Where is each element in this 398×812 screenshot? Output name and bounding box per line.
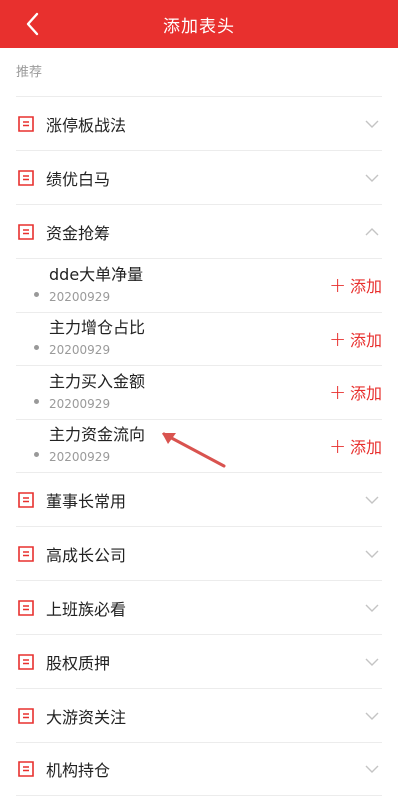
plus-icon: + (329, 433, 346, 458)
page-title: 添加表头 (163, 16, 235, 37)
chevron-down-icon (364, 492, 380, 508)
sub-item-date: 20200929 (49, 289, 111, 304)
chevron-down-icon (364, 654, 380, 670)
category-row-zhangting[interactable]: 涨停板战法 (16, 96, 382, 150)
list-doc-icon (16, 168, 36, 188)
add-button[interactable]: + 添加 (329, 434, 382, 458)
category-label: 机构持仓 (46, 761, 111, 780)
chevron-up-icon (364, 224, 380, 240)
add-label: 添加 (349, 384, 382, 404)
app-header: 添加表头 (0, 0, 398, 48)
chevron-down-icon (364, 708, 380, 724)
list-doc-icon (16, 222, 36, 242)
category-row-gaochengzhang[interactable]: 高成长公司 (16, 526, 382, 580)
add-label: 添加 (349, 277, 382, 297)
bullet-dot (34, 398, 39, 404)
sub-item-name: 主力资金流向 (49, 425, 146, 445)
category-label: 股权质押 (46, 653, 111, 673)
sub-item-row: dde大单净量 20200929 + 添加 (16, 258, 382, 312)
plus-icon: + (329, 380, 346, 405)
sub-item-date: 20200929 (49, 343, 111, 358)
add-button[interactable]: + 添加 (329, 380, 382, 404)
category-row-dayouzi[interactable]: 大游资关注 (16, 688, 382, 742)
category-label: 涨停板战法 (46, 115, 127, 135)
plus-icon: + (329, 273, 346, 298)
category-label: 绩优白马 (46, 169, 111, 189)
chevron-down-icon (364, 600, 380, 616)
category-label: 高成长公司 (46, 545, 127, 565)
list-doc-icon (16, 114, 36, 134)
chevron-down-icon (364, 116, 380, 132)
chevron-down-icon (364, 546, 380, 562)
category-row-jigou[interactable]: 机构持仓 (16, 742, 382, 796)
sub-item-date: 20200929 (49, 396, 111, 411)
list-doc-icon (16, 490, 36, 510)
bullet-dot (34, 345, 39, 351)
plus-icon: + (329, 326, 346, 351)
list-doc-icon (16, 706, 36, 726)
category-label: 大游资关注 (46, 707, 127, 727)
list-doc-icon (16, 544, 36, 564)
category-row-shangbanzu[interactable]: 上班族必看 (16, 580, 382, 634)
add-button[interactable]: + 添加 (329, 273, 382, 297)
category-label: 董事长常用 (46, 491, 127, 511)
category-row-dongshizhang[interactable]: 董事长常用 (16, 472, 382, 526)
add-label: 添加 (349, 437, 382, 457)
bullet-dot (34, 291, 39, 297)
sub-item-name: 主力买入金额 (49, 371, 146, 391)
category-row-zijin[interactable]: 资金抢筹 (16, 204, 382, 258)
back-button[interactable] (14, 6, 50, 42)
sub-item-row: 主力增仓占比 20200929 + 添加 (16, 311, 382, 366)
list-doc-icon (16, 652, 36, 672)
sub-item-name: dde大单净量 (49, 264, 144, 284)
chevron-left-icon (26, 12, 39, 36)
category-label: 上班族必看 (46, 599, 127, 619)
add-button[interactable]: + 添加 (329, 327, 382, 351)
bullet-dot (34, 452, 39, 458)
list-doc-icon (16, 759, 36, 779)
chevron-down-icon (364, 761, 380, 777)
sub-item-date: 20200929 (49, 450, 111, 465)
category-list: 涨停板战法 绩优白马 资金抢筹 dde大单净量 20200929 + 添加 主力… (0, 96, 398, 796)
sub-item-row: 主力资金流向 20200929 + 添加 (16, 418, 382, 473)
category-label: 资金抢筹 (46, 223, 111, 243)
category-row-guquan[interactable]: 股权质押 (16, 634, 382, 688)
sub-item-name: 主力增仓占比 (49, 318, 146, 338)
sub-item-row: 主力买入金额 20200929 + 添加 (16, 365, 382, 419)
chevron-down-icon (364, 170, 380, 186)
add-label: 添加 (349, 330, 382, 350)
list-doc-icon (16, 598, 36, 618)
category-row-jiyou[interactable]: 绩优白马 (16, 150, 382, 204)
section-label: 推荐 (16, 65, 43, 80)
